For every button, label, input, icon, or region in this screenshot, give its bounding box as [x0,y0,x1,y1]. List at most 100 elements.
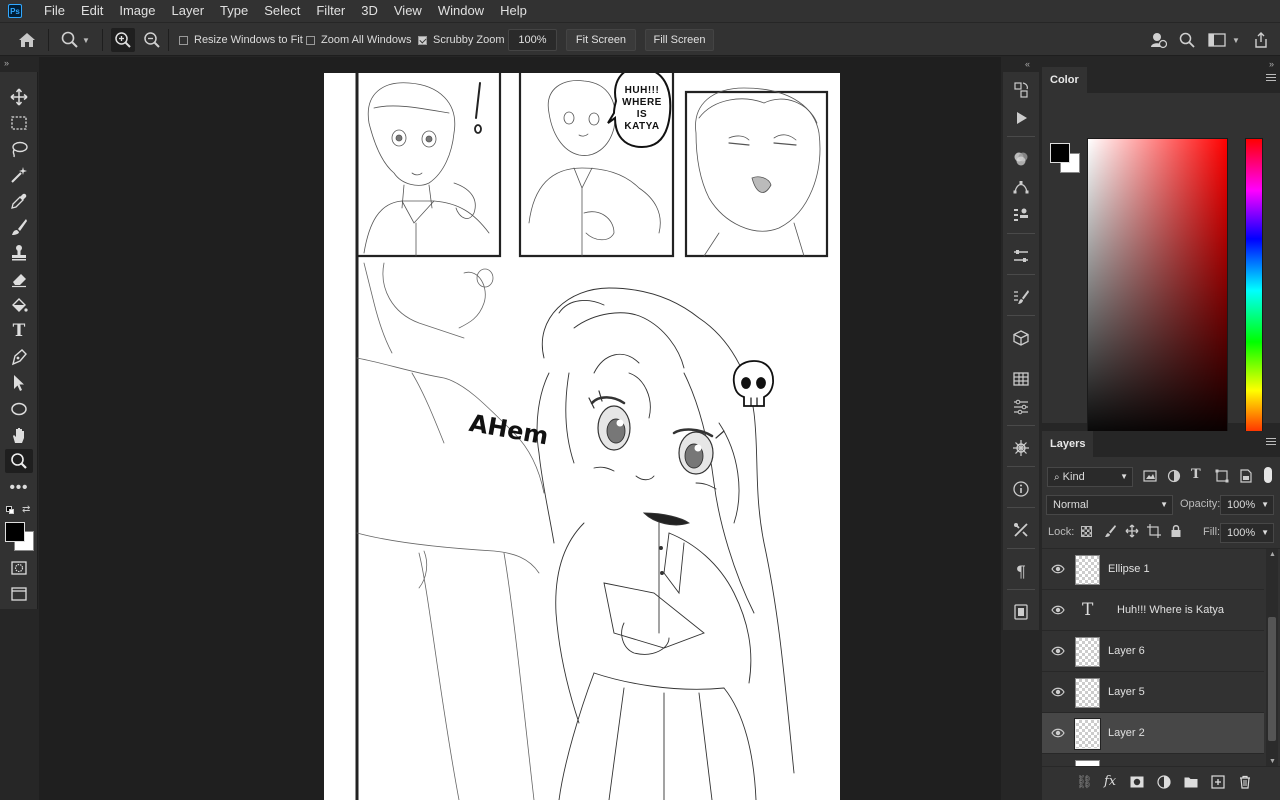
collapse-toolbar-icon[interactable]: » [4,58,9,68]
lock-transparent-icon[interactable] [1081,526,1092,537]
new-group-icon[interactable] [1184,776,1198,788]
foreground-color-swatch[interactable] [5,522,25,542]
table-icon[interactable] [1009,367,1033,391]
brush-settings-icon[interactable] [1009,285,1033,309]
channels-icon[interactable] [1009,147,1033,171]
3d-icon[interactable] [1009,326,1033,350]
filter-shape-icon[interactable] [1215,469,1229,483]
menu-3d[interactable]: 3D [353,0,386,22]
move-tool-icon[interactable] [5,85,33,109]
filter-adjustment-icon[interactable] [1167,469,1181,483]
zoom-all-windows-checkbox[interactable]: Zoom All Windows [306,23,411,57]
navigator-icon[interactable] [1009,436,1033,460]
fx-icon[interactable]: fx [1104,774,1116,789]
menu-edit[interactable]: Edit [73,0,111,22]
eye-icon[interactable] [1051,603,1065,617]
layer-name[interactable]: Layer 5 [1108,672,1145,713]
history-icon[interactable] [1009,78,1033,102]
search-icon[interactable] [1179,23,1195,57]
fill-screen-button[interactable]: Fill Screen [645,29,714,51]
link-layers-icon[interactable]: ⛓ [1076,774,1093,790]
layer-row[interactable]: Layer 5 [1042,672,1264,713]
home-icon[interactable] [18,23,36,57]
zoom-tool-icon[interactable] [5,449,33,473]
lock-all-icon[interactable] [1169,524,1183,538]
more-tools-icon[interactable]: ••• [5,475,33,499]
scrubby-zoom-checkbox[interactable]: Scrubby Zoom [418,23,505,57]
eye-icon[interactable] [1051,685,1065,699]
eye-icon[interactable] [1051,644,1065,658]
default-colors-icon[interactable] [6,506,14,514]
layer-row-selected[interactable]: Layer 2 [1042,713,1264,754]
menu-image[interactable]: Image [111,0,163,22]
delete-layer-icon[interactable] [1238,775,1252,789]
menu-select[interactable]: Select [256,0,308,22]
quick-mask-icon[interactable] [5,556,33,580]
menu-layer[interactable]: Layer [164,0,213,22]
eyedropper-tool-icon[interactable] [5,189,33,213]
add-mask-icon[interactable] [1130,776,1144,788]
stamp-tool-icon[interactable] [5,241,33,265]
new-layer-icon[interactable] [1211,775,1225,789]
lock-brush-icon[interactable] [1103,524,1117,538]
tab-color[interactable]: Color [1042,67,1087,93]
ellipse-tool-icon[interactable] [5,397,33,421]
layer-filter-select[interactable]: ⌕ Kind ▼ [1047,467,1133,487]
filter-pixel-icon[interactable] [1143,469,1157,483]
layer-list-scrollbar[interactable]: ▲ ▼ [1266,549,1278,766]
scroll-down-icon[interactable]: ▼ [1269,758,1276,765]
learn-icon[interactable] [1149,23,1167,57]
document-canvas[interactable]: HUH!!! WHERE IS KATYA AHem [324,73,840,800]
type-tool-icon[interactable]: T [5,319,33,343]
properties-icon[interactable] [1009,244,1033,268]
panel-menu-icon[interactable] [1266,438,1276,448]
color-picker-field[interactable] [1084,138,1228,446]
collapse-dock-icon[interactable]: « [1025,59,1030,69]
path-selection-tool-icon[interactable] [5,371,33,395]
filter-smart-object-icon[interactable] [1239,469,1253,483]
menu-window[interactable]: Window [430,0,492,22]
adjustments-icon[interactable] [1009,395,1033,419]
info-icon[interactable] [1009,477,1033,501]
foreground-color-swatch[interactable] [1050,143,1070,163]
fit-screen-button[interactable]: Fit Screen [566,29,636,51]
opacity-field[interactable]: 100% ▼ [1220,495,1274,515]
paragraph-icon[interactable]: ¶ [1009,559,1033,583]
zoom-out-icon[interactable] [143,23,161,57]
tool-presets-icon[interactable] [1009,518,1033,542]
eye-icon[interactable] [1051,562,1065,576]
tab-layers[interactable]: Layers [1042,431,1094,457]
scroll-up-icon[interactable]: ▲ [1269,551,1276,558]
blend-mode-select[interactable]: Normal ▼ [1046,495,1173,515]
pen-tool-icon[interactable] [5,345,33,369]
filter-type-icon[interactable]: T [1191,467,1201,482]
layer-name[interactable]: Layer 2 [1108,713,1145,754]
fill-field[interactable]: 100% ▼ [1220,523,1274,543]
clone-source-icon[interactable] [1009,203,1033,227]
layer-row[interactable]: T Huh!!! Where is Katya [1042,590,1264,631]
eye-icon[interactable] [1051,726,1065,740]
lasso-tool-icon[interactable] [5,137,33,161]
zoom-in-icon[interactable] [111,28,135,52]
actions-play-icon[interactable] [1009,106,1033,130]
hand-tool-icon[interactable] [5,423,33,447]
marquee-tool-icon[interactable] [5,111,33,135]
zoom-value-field[interactable]: 100% [508,29,557,51]
paths-icon[interactable] [1009,175,1033,199]
panel-menu-icon[interactable] [1266,74,1276,84]
adjustment-layer-icon[interactable] [1157,775,1171,789]
scrollbar-thumb[interactable] [1268,617,1276,741]
eraser-tool-icon[interactable] [5,267,33,291]
menu-help[interactable]: Help [492,0,535,22]
menu-filter[interactable]: Filter [308,0,353,22]
layer-row-partial[interactable] [1042,754,1264,766]
zoom-tool-preset-icon[interactable]: ▼ [60,23,90,57]
swap-colors-icon[interactable]: ⇄ [22,504,30,515]
paint-bucket-tool-icon[interactable] [5,293,33,317]
layer-name[interactable]: Huh!!! Where is Katya [1117,590,1224,631]
magic-wand-tool-icon[interactable] [5,163,33,187]
share-icon[interactable] [1253,23,1269,57]
menu-file[interactable]: File [36,0,73,22]
menu-view[interactable]: View [386,0,430,22]
brush-tool-icon[interactable] [5,215,33,239]
